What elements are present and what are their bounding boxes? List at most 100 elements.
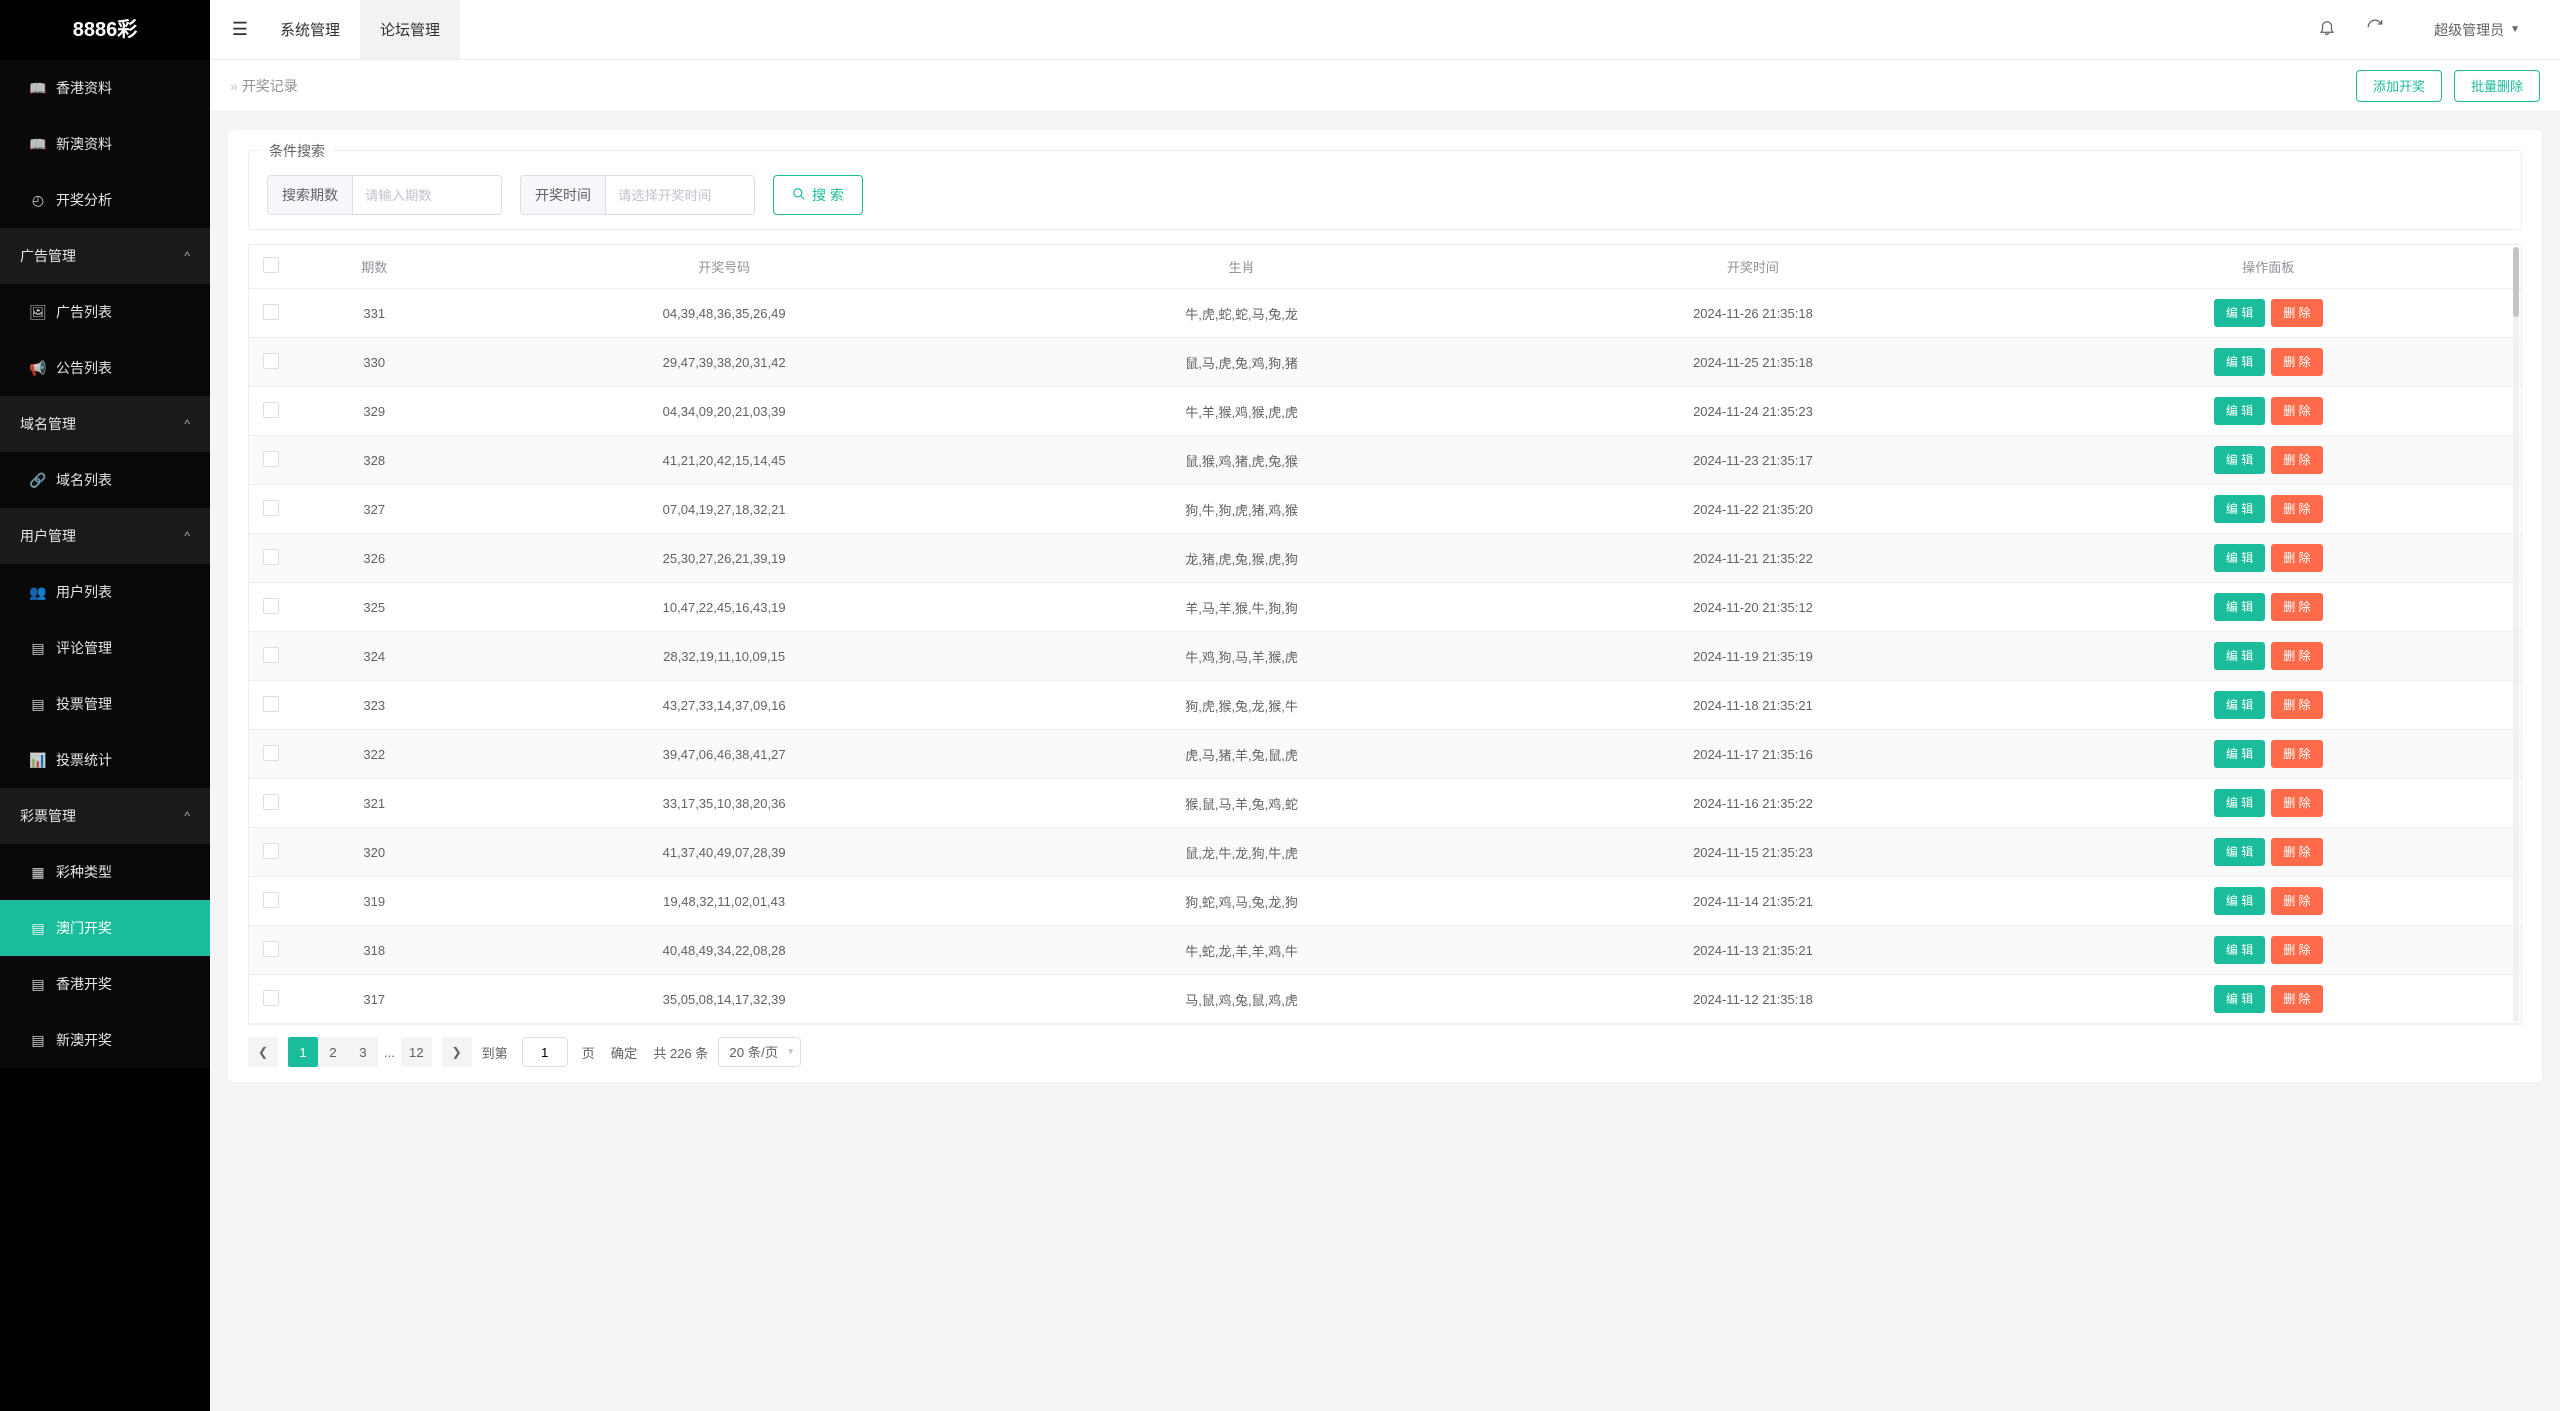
edit-button[interactable]: 编 辑 — [2214, 299, 2265, 327]
sidebar-group[interactable]: 广告管理^ — [0, 228, 210, 284]
breadcrumb: » 开奖记录 — [230, 76, 298, 96]
sidebar-item[interactable]: 📖新澳资料 — [0, 116, 210, 172]
sidebar-item-label: 香港资料 — [56, 60, 112, 116]
edit-button[interactable]: 编 辑 — [2214, 642, 2265, 670]
row-checkbox[interactable] — [263, 941, 279, 957]
sidebar-toggle-icon[interactable]: ☰ — [220, 19, 260, 40]
row-checkbox[interactable] — [263, 843, 279, 859]
page-number-button[interactable]: 3 — [348, 1037, 378, 1067]
page-next-button[interactable]: ❯ — [442, 1037, 472, 1067]
delete-button[interactable]: 删 除 — [2271, 348, 2322, 376]
refresh-icon[interactable] — [2366, 18, 2384, 41]
sidebar-group-label: 用户管理 — [20, 508, 76, 564]
row-checkbox[interactable] — [263, 892, 279, 908]
delete-button[interactable]: 删 除 — [2271, 887, 2322, 915]
period-input[interactable] — [352, 175, 502, 215]
delete-button[interactable]: 删 除 — [2271, 299, 2322, 327]
sidebar-item[interactable]: ▤投票管理 — [0, 676, 210, 732]
sidebar-item[interactable]: ▤评论管理 — [0, 620, 210, 676]
row-checkbox[interactable] — [263, 598, 279, 614]
sidebar-item[interactable]: 📖香港资料 — [0, 60, 210, 116]
sidebar-item[interactable]: 👥用户列表 — [0, 564, 210, 620]
row-checkbox[interactable] — [263, 647, 279, 663]
bulk-delete-button[interactable]: 批量删除 — [2454, 70, 2540, 102]
edit-button[interactable]: 编 辑 — [2214, 495, 2265, 523]
edit-button[interactable]: 编 辑 — [2214, 446, 2265, 474]
page-prev-button[interactable]: ❮ — [248, 1037, 278, 1067]
delete-button[interactable]: 删 除 — [2271, 740, 2322, 768]
sidebar-item[interactable]: 🔗域名列表 — [0, 452, 210, 508]
table-row: 31735,05,08,14,17,32,39马,鼠,鸡,兔,鼠,鸡,虎2024… — [249, 975, 2521, 1024]
edit-button[interactable]: 编 辑 — [2214, 593, 2265, 621]
delete-button[interactable]: 删 除 — [2271, 495, 2322, 523]
edit-button[interactable]: 编 辑 — [2214, 544, 2265, 572]
search-button[interactable]: 搜 索 — [773, 175, 863, 215]
edit-button[interactable]: 编 辑 — [2214, 936, 2265, 964]
bell-icon[interactable] — [2318, 18, 2336, 41]
header-checkbox[interactable] — [263, 257, 279, 273]
sidebar-item[interactable]: ▤澳门开奖 — [0, 900, 210, 956]
edit-button[interactable]: 编 辑 — [2214, 691, 2265, 719]
sidebar-item[interactable]: 🖼广告列表 — [0, 284, 210, 340]
row-checkbox[interactable] — [263, 402, 279, 418]
row-checkbox[interactable] — [263, 745, 279, 761]
content-scroll[interactable]: 条件搜索 搜索期数 开奖时间 — [210, 112, 2560, 1411]
page-number-button[interactable]: 12 — [401, 1037, 432, 1067]
cell-actions: 编 辑删 除 — [2015, 975, 2521, 1024]
sidebar-item[interactable]: 📢公告列表 — [0, 340, 210, 396]
row-checkbox[interactable] — [263, 696, 279, 712]
sidebar-group[interactable]: 彩票管理^ — [0, 788, 210, 844]
edit-button[interactable]: 编 辑 — [2214, 838, 2265, 866]
delete-button[interactable]: 删 除 — [2271, 985, 2322, 1013]
edit-button[interactable]: 编 辑 — [2214, 348, 2265, 376]
cell-code: 04,34,09,20,21,03,39 — [456, 387, 993, 436]
delete-button[interactable]: 删 除 — [2271, 544, 2322, 572]
add-lottery-button[interactable]: 添加开奖 — [2356, 70, 2442, 102]
sidebar-item[interactable]: ◴开奖分析 — [0, 172, 210, 228]
sidebar-item[interactable]: ▤香港开奖 — [0, 956, 210, 1012]
delete-button[interactable]: 删 除 — [2271, 691, 2322, 719]
row-checkbox[interactable] — [263, 549, 279, 565]
row-checkbox[interactable] — [263, 794, 279, 810]
row-checkbox[interactable] — [263, 451, 279, 467]
page-jump-confirm-button[interactable]: 确定 — [605, 1043, 644, 1062]
cell-period: 320 — [293, 828, 456, 877]
user-dropdown[interactable]: 超级管理员 ▼ — [2414, 20, 2540, 40]
edit-button[interactable]: 编 辑 — [2214, 985, 2265, 1013]
sidebar-item[interactable]: 📊投票统计 — [0, 732, 210, 788]
delete-button[interactable]: 删 除 — [2271, 593, 2322, 621]
delete-button[interactable]: 删 除 — [2271, 789, 2322, 817]
table-scrollbar-track[interactable] — [2513, 247, 2519, 1022]
top-tab[interactable]: 论坛管理 — [360, 0, 460, 59]
delete-button[interactable]: 删 除 — [2271, 642, 2322, 670]
page-number-button[interactable]: 1 — [288, 1037, 318, 1067]
page-number-button[interactable]: 2 — [318, 1037, 348, 1067]
edit-button[interactable]: 编 辑 — [2214, 789, 2265, 817]
time-input[interactable] — [605, 175, 755, 215]
delete-button[interactable]: 删 除 — [2271, 936, 2322, 964]
edit-button[interactable]: 编 辑 — [2214, 397, 2265, 425]
delete-button[interactable]: 删 除 — [2271, 446, 2322, 474]
row-checkbox[interactable] — [263, 500, 279, 516]
row-checkbox[interactable] — [263, 304, 279, 320]
sidebar-item-label: 用户列表 — [56, 564, 112, 620]
page-size-select[interactable]: 20 条/页 — [718, 1037, 801, 1067]
sidebar-item[interactable]: ▦彩种类型 — [0, 844, 210, 900]
delete-button[interactable]: 删 除 — [2271, 838, 2322, 866]
cell-time: 2024-11-20 21:35:12 — [1490, 583, 2015, 632]
top-tab[interactable]: 系统管理 — [260, 0, 360, 59]
sidebar-item[interactable]: ▤新澳开奖 — [0, 1012, 210, 1068]
edit-button[interactable]: 编 辑 — [2214, 740, 2265, 768]
sidebar-item-label: 广告列表 — [56, 284, 112, 340]
sidebar-group[interactable]: 用户管理^ — [0, 508, 210, 564]
row-checkbox[interactable] — [263, 990, 279, 1006]
main-pane: ☰ 系统管理论坛管理 超级管理员 ▼ » 开奖记录 添加 — [210, 0, 2560, 1411]
edit-button[interactable]: 编 辑 — [2214, 887, 2265, 915]
content-card: 条件搜索 搜索期数 开奖时间 — [228, 130, 2542, 1082]
row-checkbox[interactable] — [263, 353, 279, 369]
page-jump-input[interactable] — [522, 1037, 568, 1067]
delete-button[interactable]: 删 除 — [2271, 397, 2322, 425]
cell-time: 2024-11-13 21:35:21 — [1490, 926, 2015, 975]
sidebar-group[interactable]: 域名管理^ — [0, 396, 210, 452]
table-scrollbar-thumb[interactable] — [2513, 247, 2519, 317]
